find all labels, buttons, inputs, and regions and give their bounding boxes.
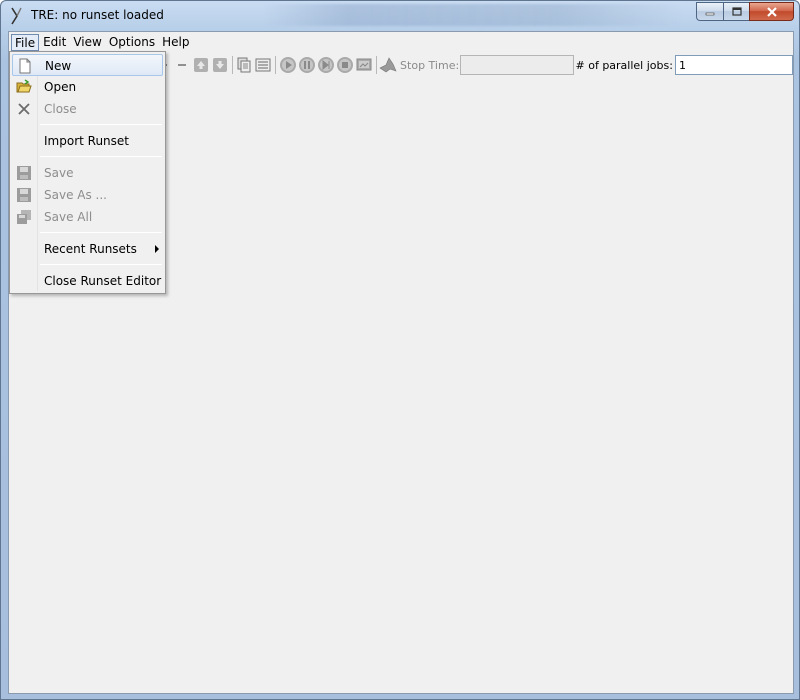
- application-window: TRE: no runset loaded File Edit View Opt…: [0, 0, 800, 700]
- list-button[interactable]: [254, 55, 273, 75]
- save-disk-icon: [17, 166, 31, 180]
- step-icon: [317, 57, 334, 73]
- menu-item-save[interactable]: Save: [12, 162, 163, 184]
- menu-item-label: Close: [44, 102, 77, 116]
- menu-item-close-runset-editor[interactable]: Close Runset Editor: [12, 270, 163, 292]
- menu-separator: [40, 264, 162, 265]
- maximize-button[interactable]: [723, 2, 749, 21]
- copy-icon: [237, 57, 251, 73]
- move-up-icon: [193, 58, 208, 72]
- menu-item-recent-runsets[interactable]: Recent Runsets: [12, 238, 163, 260]
- move-down-icon: [213, 58, 228, 72]
- menu-item-label: Import Runset: [44, 134, 129, 148]
- remove-icon: [177, 64, 186, 66]
- close-x-icon: [18, 103, 30, 115]
- maximize-icon: [731, 7, 742, 16]
- matlab-button[interactable]: [379, 55, 398, 75]
- caption-buttons: [696, 2, 794, 21]
- list-icon: [255, 58, 271, 72]
- menu-item-label: Close Runset Editor: [44, 274, 162, 288]
- menu-separator: [40, 232, 162, 233]
- menu-item-label: Save: [44, 166, 74, 180]
- matlab-icon: [379, 57, 397, 73]
- stop-button[interactable]: [336, 55, 355, 75]
- save-as-disk-icon: [17, 188, 31, 202]
- menu-item-save-as[interactable]: Save As ...: [12, 184, 163, 206]
- save-all-disk-icon: [17, 210, 31, 224]
- menu-edit[interactable]: Edit: [40, 34, 69, 51]
- stop-icon: [337, 57, 354, 73]
- toolbar-separator: [231, 56, 233, 74]
- menu-item-label: New: [45, 59, 72, 73]
- file-menu-dropdown: New Open Close Import Runset Save Save A…: [9, 51, 166, 294]
- parallel-jobs-input[interactable]: [674, 55, 793, 75]
- minimize-icon: [705, 12, 715, 15]
- menu-options[interactable]: Options: [106, 34, 158, 51]
- pause-button[interactable]: [297, 55, 316, 75]
- menu-item-open[interactable]: Open: [12, 76, 163, 98]
- menu-separator: [40, 124, 162, 125]
- app-logo-icon: [11, 7, 22, 25]
- move-down-button[interactable]: [211, 55, 230, 75]
- move-up-button[interactable]: [191, 55, 210, 75]
- remove-button[interactable]: [172, 55, 191, 75]
- step-button[interactable]: [316, 55, 335, 75]
- toolbar-separator: [275, 56, 276, 74]
- window-title: TRE: no runset loaded: [31, 8, 164, 22]
- menu-item-label: Open: [44, 80, 77, 94]
- close-window-button[interactable]: [749, 2, 794, 21]
- title-bar[interactable]: TRE: no runset loaded: [1, 1, 799, 31]
- submenu-arrow-icon: [155, 245, 159, 253]
- menu-item-label: Recent Runsets: [44, 242, 137, 256]
- menu-item-import-runset[interactable]: Import Runset: [12, 130, 163, 152]
- minimize-button[interactable]: [696, 2, 723, 21]
- stop-time-label: Stop Time:: [400, 58, 460, 72]
- menu-separator: [40, 156, 162, 157]
- play-icon: [279, 57, 296, 73]
- play-button[interactable]: [278, 55, 297, 75]
- menu-item-new[interactable]: New: [12, 54, 163, 76]
- menu-item-label: Save As ...: [44, 188, 107, 202]
- menu-view[interactable]: View: [70, 34, 104, 51]
- pause-icon: [298, 57, 315, 73]
- menu-item-save-all[interactable]: Save All: [12, 206, 163, 228]
- menu-bar: File Edit View Options Help: [9, 32, 793, 52]
- title-bar-background: [263, 4, 683, 26]
- copy-button[interactable]: [235, 55, 254, 75]
- screen-button[interactable]: [355, 55, 374, 75]
- new-file-icon: [19, 58, 31, 74]
- menu-help[interactable]: Help: [159, 34, 192, 51]
- menu-file[interactable]: File: [11, 33, 40, 51]
- menu-item-label: Save All: [44, 210, 93, 224]
- toolbar-separator: [375, 56, 377, 74]
- close-icon: [766, 6, 777, 17]
- screen-icon: [356, 58, 372, 71]
- stop-time-input[interactable]: [460, 55, 574, 75]
- menu-item-close[interactable]: Close: [12, 98, 163, 120]
- open-folder-icon: [16, 79, 32, 93]
- parallel-jobs-label: # of parallel jobs:: [575, 58, 673, 72]
